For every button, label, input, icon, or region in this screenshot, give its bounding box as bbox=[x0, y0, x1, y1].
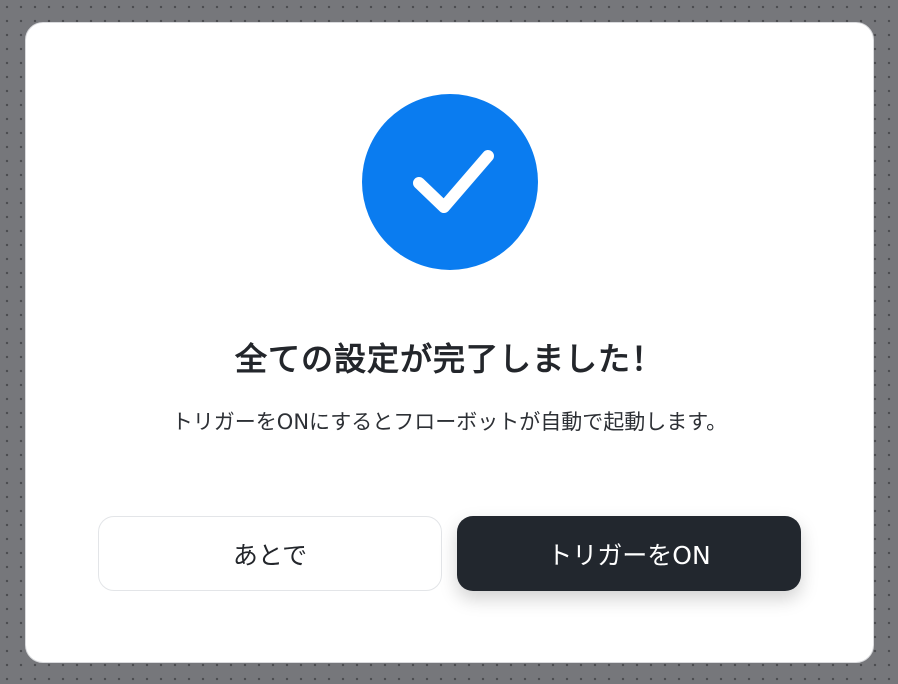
later-button-label: あとで bbox=[232, 540, 308, 570]
dialog-title: 全ての設定が完了しました！ bbox=[234, 340, 664, 378]
checkmark-icon bbox=[413, 150, 494, 213]
success-badge bbox=[362, 94, 538, 270]
dialog-message: トリガーをONにするとフローボットが自動で起動します。 bbox=[171, 410, 728, 434]
trigger-on-button[interactable]: トリガーをON bbox=[457, 516, 801, 591]
completion-dialog: 全ての設定が完了しました！ トリガーをONにするとフローボットが自動で起動します… bbox=[25, 22, 874, 663]
trigger-on-button-label: トリガーをON bbox=[547, 540, 711, 570]
later-button[interactable]: あとで bbox=[98, 516, 442, 591]
